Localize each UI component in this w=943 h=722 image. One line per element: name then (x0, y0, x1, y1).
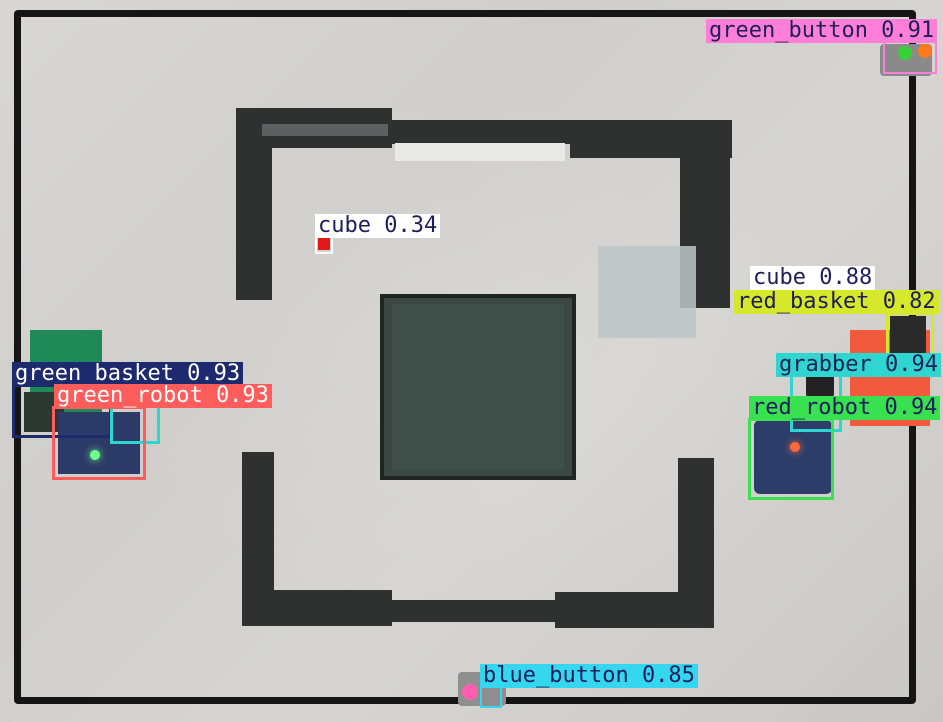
bbox-green-robot (52, 406, 146, 480)
wall-top-left-vertical (236, 108, 272, 300)
bbox-cube-034 (315, 236, 333, 254)
bbox-green-button (883, 40, 937, 74)
arena-camera-view: green_button 0.91 cube 0.34 cube 0.88 re… (0, 0, 943, 722)
wall-bottom-left-horizontal (242, 590, 392, 626)
pink-button-led (462, 684, 478, 700)
label-cube-088: cube 0.88 (750, 266, 876, 290)
label-red-robot: red_robot 0.94 (749, 396, 941, 420)
label-blue-button: blue_button 0.85 (480, 664, 698, 688)
label-green-button: green_button 0.91 (706, 19, 938, 43)
wall-top-middle (388, 120, 588, 144)
wall-inner-highlight (262, 124, 392, 136)
wall-bottom-right-horizontal (555, 592, 711, 628)
label-green-robot: green_robot 0.93 (54, 384, 272, 408)
label-grabber: grabber 0.94 (776, 353, 941, 377)
center-platform-inner (392, 304, 564, 470)
label-red-basket: red_basket 0.82 (734, 290, 939, 314)
bbox-red-robot (748, 418, 834, 500)
translucent-sheet (598, 246, 696, 338)
wall-top-middle-edge (395, 143, 565, 161)
wall-bottom-middle (388, 600, 558, 622)
label-cube-034: cube 0.34 (315, 214, 441, 238)
